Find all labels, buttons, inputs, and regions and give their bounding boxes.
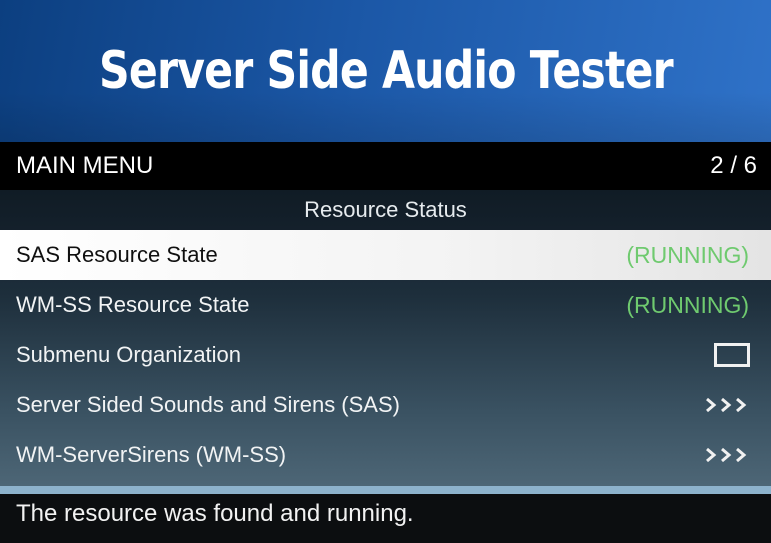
menu-item-sas-resource-state[interactable]: SAS Resource State (RUNNING) [0,230,771,280]
menu-item-label: Submenu Organization [16,342,242,367]
menu-item-label: WM-SS Resource State [16,292,250,317]
menu-item-label: Server Sided Sounds and Sirens (SAS) [16,392,400,417]
menu-item-label: WM-ServerSirens (WM-SS) [16,442,287,467]
menu-item-wmss-submenu[interactable]: WM-ServerSirens (WM-SS) [0,430,771,480]
menu-item-wmss-resource-state[interactable]: WM-SS Resource State (RUNNING) [0,280,771,330]
checkbox-icon[interactable] [714,343,750,367]
scroll-indicator[interactable] [0,486,771,494]
status-badge: (RUNNING) [626,291,749,318]
chevron-right-triple-icon [705,395,751,415]
menu-title: MAIN MENU [16,152,154,179]
banner-title: Server Side Audio Tester [98,41,674,101]
page-counter: 2 / 6 [710,152,757,179]
menu-banner: Server Side Audio Tester [0,0,771,142]
menu-item-submenu-organization[interactable]: Submenu Organization [0,330,771,380]
menu-header: MAIN MENU 2 / 6 [0,142,771,190]
chevron-right-triple-icon [705,445,751,465]
description-panel: The resource was found and running. [0,494,771,543]
native-ui-menu: Server Side Audio Tester MAIN MENU 2 / 6… [0,0,771,543]
section-title: Resource Status [0,190,771,230]
menu-item-label: SAS Resource State [16,242,218,267]
menu-body: Resource Status SAS Resource State (RUNN… [0,190,771,486]
description-text: The resource was found and running. [16,500,414,527]
menu-item-sas-submenu[interactable]: Server Sided Sounds and Sirens (SAS) [0,380,771,430]
status-badge: (RUNNING) [626,241,749,268]
